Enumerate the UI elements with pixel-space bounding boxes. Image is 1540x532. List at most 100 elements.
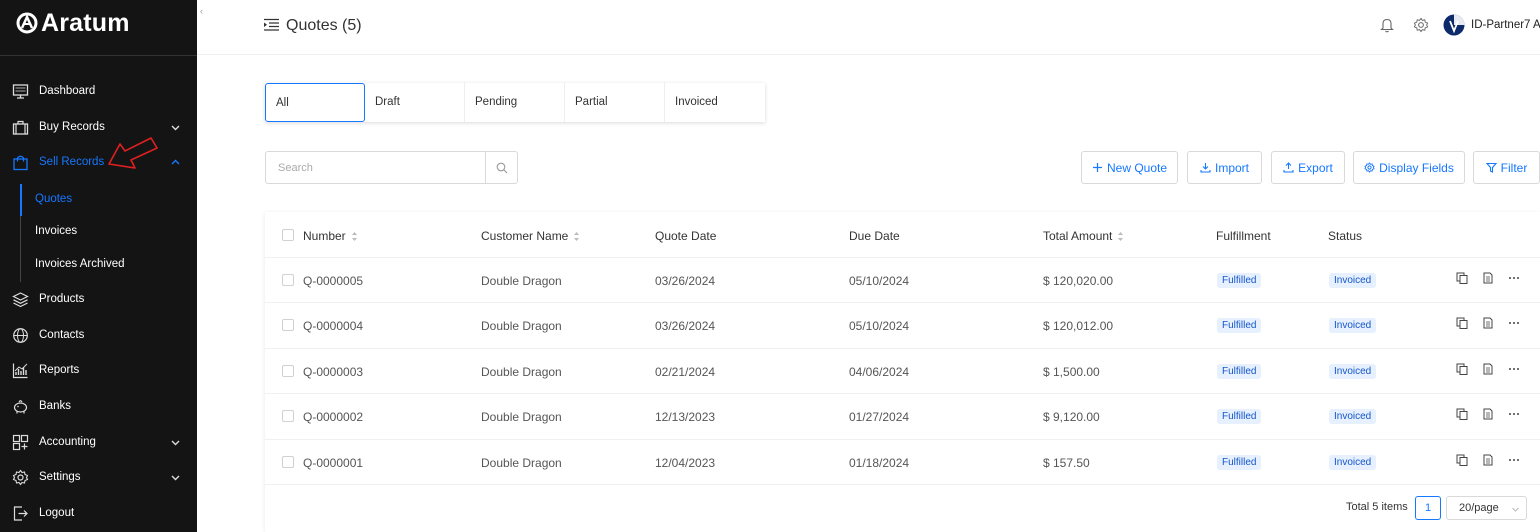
tab-partial[interactable]: Partial: [565, 83, 665, 122]
tab-pending[interactable]: Pending: [465, 83, 565, 122]
submenu-item-invoices[interactable]: Invoices: [35, 225, 77, 237]
sidebar-item-contacts[interactable]: Contacts: [0, 320, 197, 350]
customer-name: Double Dragon: [481, 319, 562, 333]
column-header-number[interactable]: Number: [303, 229, 358, 243]
status-badge: Invoiced: [1329, 455, 1377, 470]
copy-icon[interactable]: [1456, 408, 1468, 420]
document-icon[interactable]: [1482, 408, 1494, 420]
select-all-checkbox[interactable]: [282, 229, 294, 241]
quote-number-link[interactable]: Q-0000002: [303, 410, 363, 424]
more-icon[interactable]: [1508, 363, 1520, 375]
row-checkbox[interactable]: [282, 274, 294, 286]
tab-draft[interactable]: Draft: [365, 83, 465, 122]
import-button[interactable]: Import: [1187, 151, 1262, 184]
menu-fold-icon[interactable]: [263, 18, 280, 32]
tab-invoiced[interactable]: Invoiced: [665, 83, 765, 122]
row-checkbox[interactable]: [282, 319, 294, 331]
new-quote-label: New Quote: [1106, 160, 1168, 175]
due-date: 04/06/2024: [849, 365, 910, 379]
more-icon[interactable]: [1508, 408, 1520, 420]
due-date: 05/10/2024: [849, 319, 910, 333]
layers-icon: [12, 292, 29, 308]
column-header-total-amount[interactable]: Total Amount: [1043, 229, 1124, 243]
user-avatar-icon: [1443, 14, 1465, 36]
total-amount: $ 120,012.00: [1043, 319, 1114, 333]
quote-date: 12/13/2023: [655, 410, 716, 424]
row-checkbox[interactable]: [282, 365, 294, 377]
page-size-select[interactable]: 20/page: [1446, 496, 1527, 520]
sidebar-item-label: Sell Records: [39, 156, 105, 168]
search-input[interactable]: [266, 152, 485, 183]
status-badge: Invoiced: [1329, 273, 1377, 288]
quote-number-link[interactable]: Q-0000004: [303, 319, 363, 333]
sidebar-item-label: Logout: [39, 507, 75, 519]
document-icon[interactable]: [1482, 317, 1494, 329]
row-checkbox[interactable]: [282, 456, 294, 468]
more-icon[interactable]: [1508, 317, 1520, 329]
display-fields-label: Display Fields: [1379, 160, 1454, 175]
column-header-customer[interactable]: Customer Name: [481, 229, 580, 243]
column-header-label: Total Amount: [1043, 229, 1113, 243]
copy-icon[interactable]: [1456, 272, 1468, 284]
row-checkbox[interactable]: [282, 410, 294, 422]
avatar[interactable]: [1443, 14, 1465, 36]
due-date: 01/18/2024: [849, 456, 910, 470]
display-fields-button[interactable]: Display Fields: [1353, 151, 1465, 184]
sidebar-item-accounting[interactable]: Accounting: [0, 427, 197, 457]
bell-icon[interactable]: [1380, 17, 1394, 33]
fulfillment-badge: Fulfilled: [1217, 318, 1262, 333]
sidebar-item-label: Buy Records: [39, 121, 105, 133]
search-icon: [496, 162, 507, 173]
sidebar-item-sell-records[interactable]: Sell Records: [0, 147, 197, 177]
page-size-value: 20/page: [1459, 502, 1499, 514]
gear-icon[interactable]: [1413, 17, 1429, 33]
search-button[interactable]: [485, 152, 517, 183]
submenu-item-invoices-archived[interactable]: Invoices Archived: [35, 258, 125, 270]
sidebar-item-label: Contacts: [39, 329, 85, 341]
page-button-1[interactable]: 1: [1415, 496, 1441, 520]
status-badge: Invoiced: [1329, 364, 1377, 379]
grid-icon: [12, 434, 29, 451]
monitor-icon: [12, 84, 29, 99]
customer-name: Double Dragon: [481, 456, 562, 470]
sidebar-item-logout[interactable]: Logout: [0, 498, 197, 528]
row-divider: [265, 257, 1540, 258]
plus-icon: [1092, 163, 1102, 172]
quote-number-link[interactable]: Q-0000005: [303, 274, 363, 288]
sidebar-item-buy-records[interactable]: Buy Records: [0, 112, 197, 142]
piggy-bank-icon: [13, 400, 28, 414]
more-icon[interactable]: [1508, 454, 1520, 466]
sidebar: Aratum Dashboard Buy Records Sell Record…: [0, 0, 197, 532]
document-icon[interactable]: [1482, 454, 1494, 466]
sidebar-item-products[interactable]: Products: [0, 284, 197, 314]
new-quote-button[interactable]: New Quote: [1081, 151, 1178, 184]
quote-number-link[interactable]: Q-0000003: [303, 365, 363, 379]
tab-all[interactable]: All: [265, 83, 365, 122]
submenu-active-indicator: [20, 184, 22, 216]
quote-number-link[interactable]: Q-0000001: [303, 456, 363, 470]
submenu-item-quotes[interactable]: Quotes: [35, 193, 72, 205]
document-icon[interactable]: [1482, 272, 1494, 284]
filter-button[interactable]: Filter: [1473, 151, 1540, 184]
upload-icon: [1283, 162, 1294, 173]
sidebar-item-reports[interactable]: Reports: [0, 355, 197, 385]
export-button[interactable]: Export: [1271, 151, 1345, 184]
sidebar-item-dashboard[interactable]: Dashboard: [0, 76, 197, 106]
column-header-label: Due Date: [849, 229, 900, 243]
logo[interactable]: Aratum: [16, 9, 130, 37]
user-name[interactable]: ID-Partner7 A...: [1471, 19, 1540, 31]
sidebar-item-banks[interactable]: Banks: [0, 391, 197, 421]
copy-icon[interactable]: [1456, 454, 1468, 466]
chevron-down-icon: [171, 125, 180, 131]
sort-icon: [351, 231, 357, 241]
more-icon[interactable]: [1508, 272, 1520, 284]
copy-icon[interactable]: [1456, 363, 1468, 375]
copy-icon[interactable]: [1456, 317, 1468, 329]
sidebar-divider: [0, 55, 197, 56]
status-tabs: All Draft Pending Partial Invoiced: [265, 83, 765, 122]
sidebar-item-settings[interactable]: Settings: [0, 462, 197, 492]
chevron-down-icon: [1512, 507, 1519, 512]
aratum-logo-icon: [16, 12, 38, 34]
document-icon[interactable]: [1482, 363, 1494, 375]
globe-icon: [13, 328, 28, 343]
